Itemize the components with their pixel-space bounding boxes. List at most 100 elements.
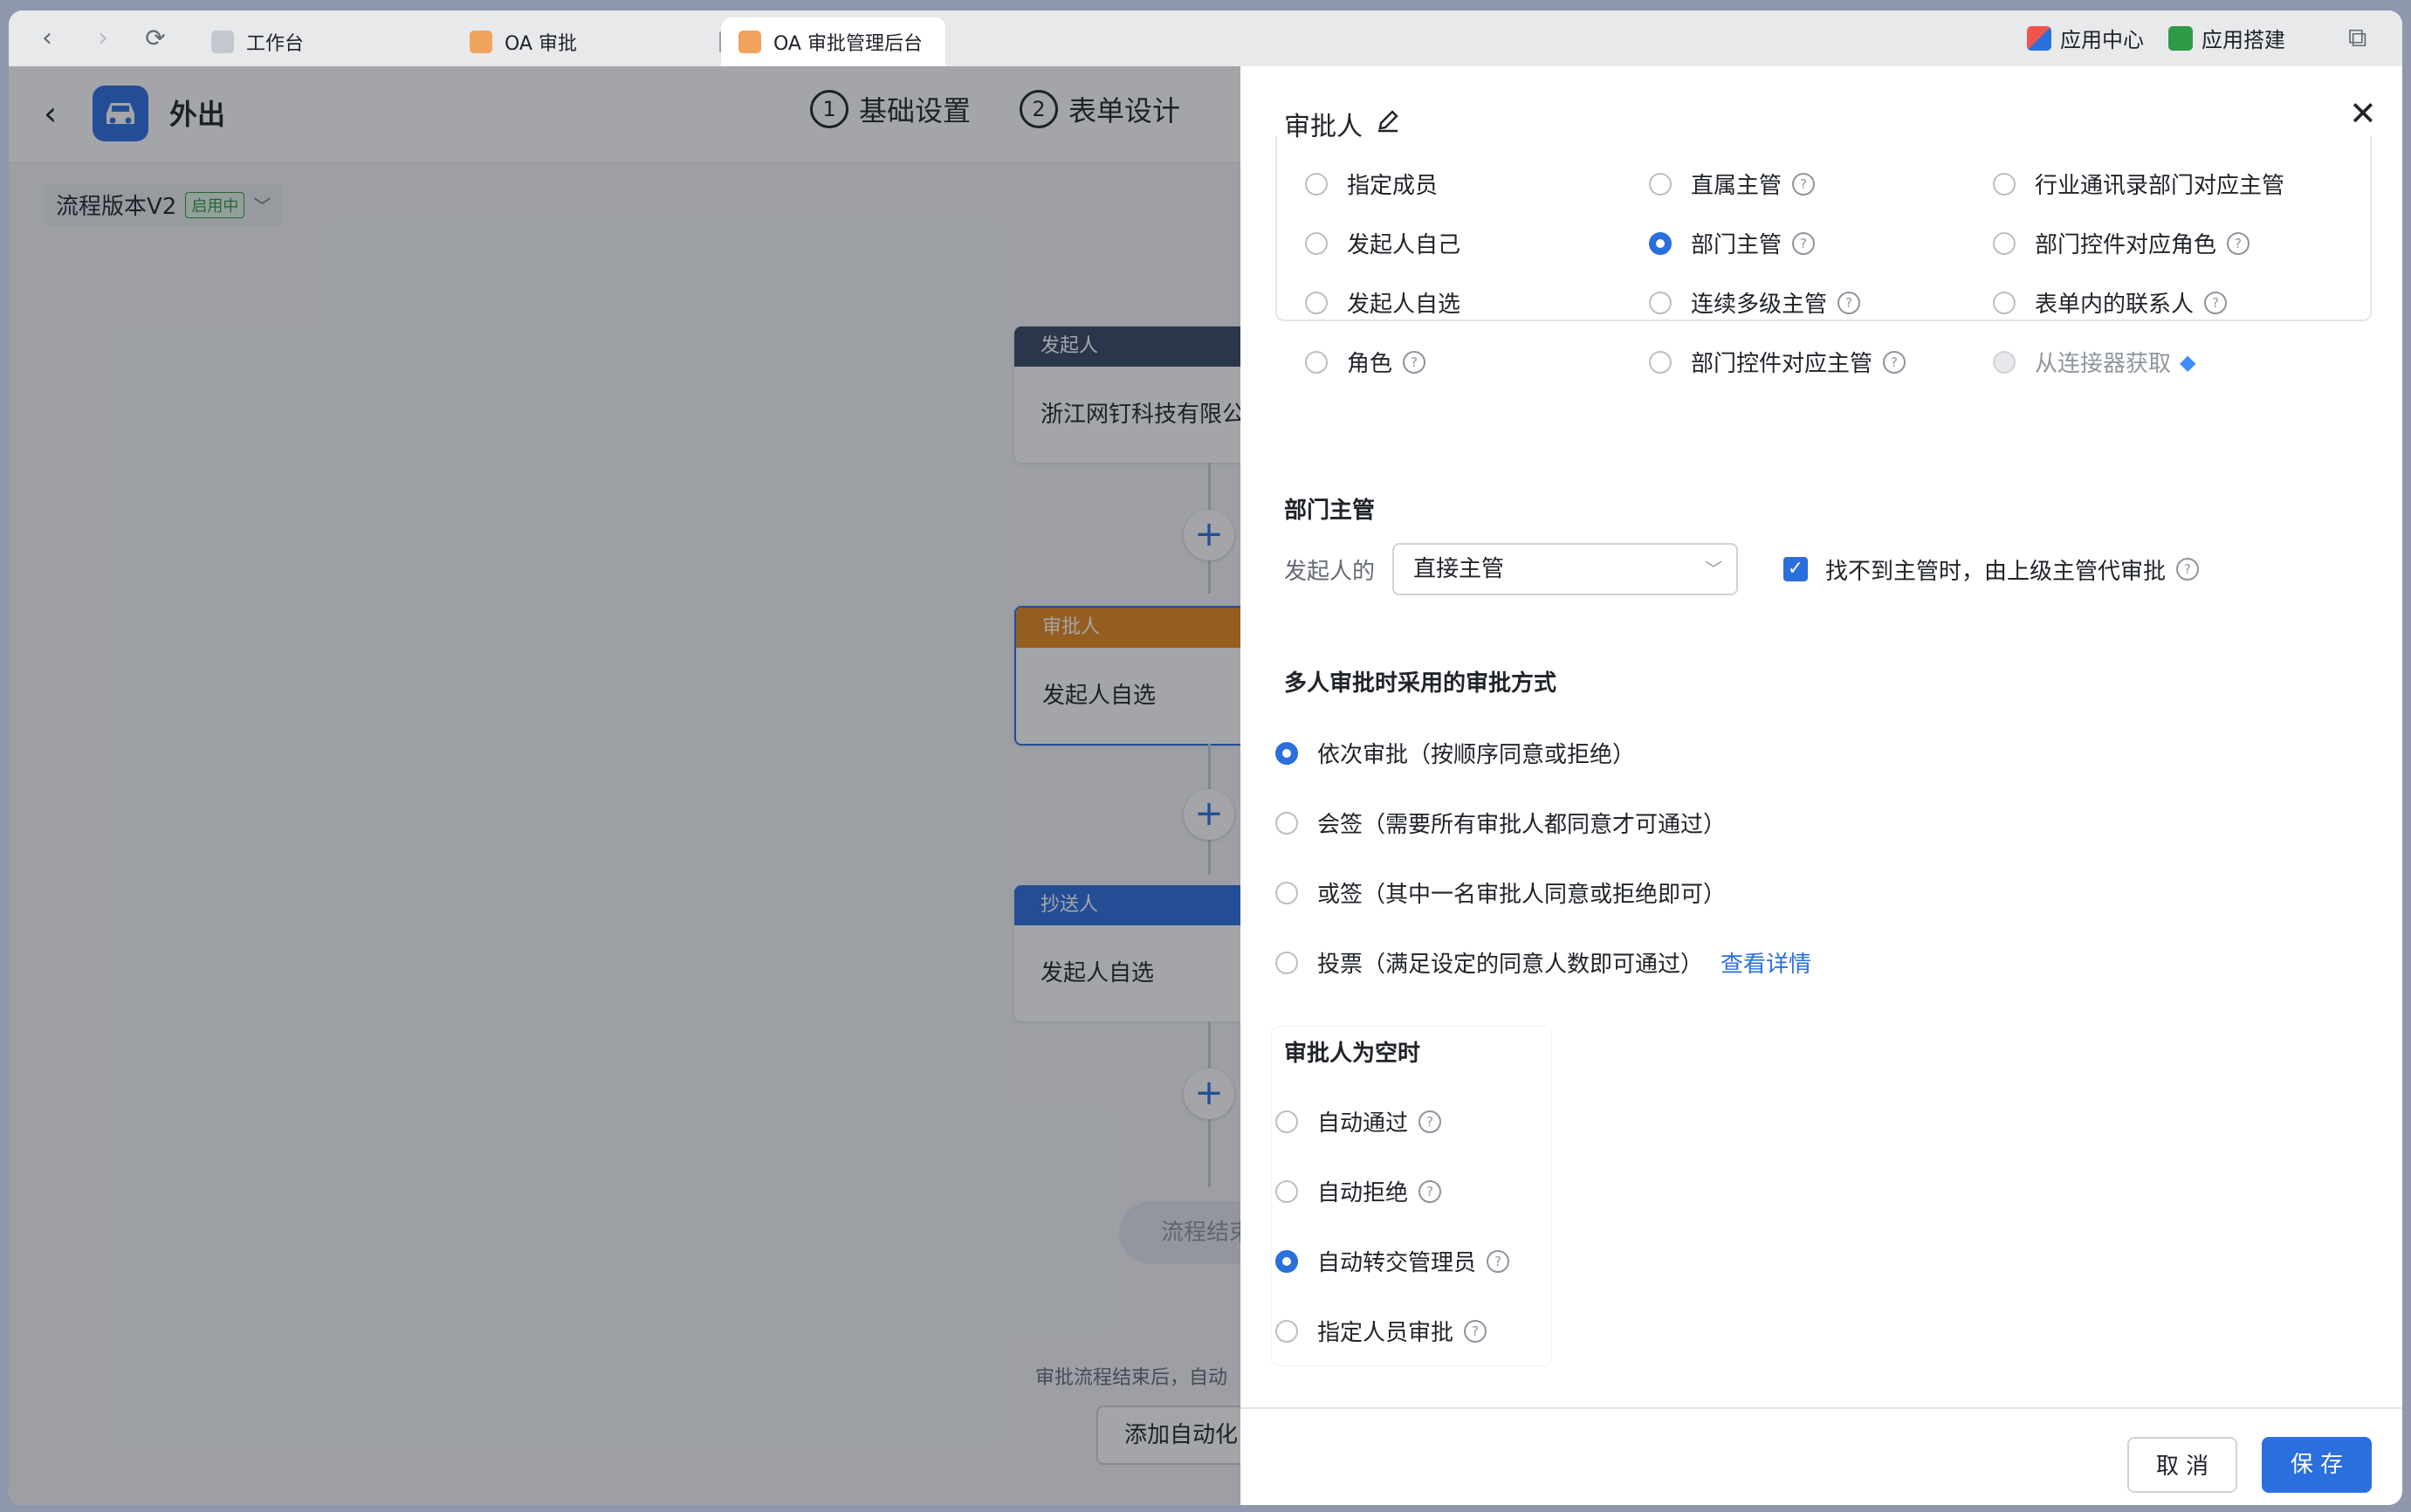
help-icon[interactable]: ? xyxy=(2204,291,2228,314)
dept-prefix: 发起人的 xyxy=(1284,558,1376,585)
app-center-button[interactable]: 应用中心 xyxy=(2027,23,2144,53)
approver-type-option[interactable]: 发起人自己 xyxy=(1305,227,1460,259)
multi-approval-option[interactable]: 或签（其中一名审批人同意或拒绝即可） xyxy=(1275,876,1726,909)
option-label: 部门控件对应角色 xyxy=(2035,232,2217,258)
radio-button[interactable] xyxy=(1275,811,1298,835)
refresh-icon[interactable]: ⟳ xyxy=(140,23,171,54)
radio-button[interactable] xyxy=(1305,350,1328,374)
approver-type-option[interactable]: 部门控件对应角色? xyxy=(1993,227,2250,259)
option-label: 或签（其中一名审批人同意或拒绝即可） xyxy=(1317,882,1727,908)
radio-button[interactable] xyxy=(1649,231,1672,255)
approver-type-option[interactable]: 角色? xyxy=(1305,346,1426,378)
radio-button[interactable] xyxy=(1649,350,1672,374)
option-label: 投票（满足设定的同意人数即可通过） xyxy=(1317,952,1704,978)
radio-button[interactable] xyxy=(1275,741,1298,765)
option-label: 表单内的联系人 xyxy=(2035,292,2195,318)
fallback-label: 找不到主管时，由上级主管代审批 xyxy=(1825,558,2167,585)
help-icon[interactable]: ? xyxy=(1792,231,1816,255)
approver-type-option[interactable]: 部门控件对应主管? xyxy=(1649,346,1906,378)
approver-type-option[interactable]: 连续多级主管? xyxy=(1649,286,1861,319)
dept-manager-row: 发起人的 直接主管 ﹀ ✓ 找不到主管时，由上级主管代审批 ? xyxy=(1284,543,2200,595)
option-label: 连续多级主管 xyxy=(1691,292,1828,318)
tab-label: 工作台 xyxy=(246,33,305,55)
approver-type-option[interactable]: 直属主管? xyxy=(1649,168,1816,200)
close-icon[interactable]: ✕ xyxy=(2349,94,2377,133)
tab-oa-approval[interactable]: OA 审批 xyxy=(470,17,577,66)
browser-tab-bar: ‹ › ⟳ 工作台 OA 审批 OA 审批管理后台 应用中心 应用搭建 ⧉ xyxy=(9,10,2402,66)
radio-button[interactable] xyxy=(1649,172,1672,196)
multi-approval-option[interactable]: 依次审批（按顺序同意或拒绝） xyxy=(1275,737,1635,769)
tab-label: OA 审批管理后台 xyxy=(773,33,923,55)
empty-section-title: 审批人为空时 xyxy=(1284,1041,1421,1067)
help-icon[interactable]: ? xyxy=(1792,172,1816,196)
forward-icon[interactable]: › xyxy=(87,23,119,54)
option-label: 从连接器获取 xyxy=(2035,351,2172,377)
radio-button[interactable] xyxy=(1275,881,1298,904)
multi-approval-option[interactable]: 会签（需要所有审批人都同意才可通过） xyxy=(1275,807,1726,839)
dept-section-title: 部门主管 xyxy=(1284,498,1376,524)
radio-button[interactable] xyxy=(1993,231,2016,255)
open-external-icon[interactable]: ⧉ xyxy=(2348,23,2366,53)
radio-button[interactable] xyxy=(1275,1319,1298,1343)
select-value: 直接主管 xyxy=(1413,556,1505,582)
view-details-link[interactable]: 查看详情 xyxy=(1721,946,1811,979)
approver-type-option[interactable]: 指定成员 xyxy=(1305,168,1438,200)
approver-type-option[interactable]: 发起人自选 xyxy=(1305,286,1460,319)
radio-button[interactable] xyxy=(1275,1110,1298,1133)
radio-button[interactable] xyxy=(1305,291,1328,314)
option-label: 自动拒绝 xyxy=(1317,1180,1409,1206)
radio-button[interactable] xyxy=(1649,291,1672,314)
radio-button[interactable] xyxy=(1993,172,2016,196)
cancel-button[interactable]: 取 消 xyxy=(2127,1437,2237,1493)
multi-approval-option[interactable]: 投票（满足设定的同意人数即可通过） 查看详情 xyxy=(1275,946,1811,979)
fallback-checkbox[interactable]: ✓ xyxy=(1783,557,1809,581)
radio-button[interactable] xyxy=(1305,231,1328,255)
approver-type-option[interactable]: 行业通讯录部门对应主管 xyxy=(1993,168,2284,200)
help-icon[interactable]: ? xyxy=(1418,1179,1442,1203)
empty-approver-option[interactable]: 自动拒绝? xyxy=(1275,1175,1442,1207)
help-icon[interactable]: ? xyxy=(1883,350,1906,374)
help-icon[interactable]: ? xyxy=(1487,1249,1510,1273)
back-icon[interactable]: ‹ xyxy=(31,23,63,54)
option-label: 角色 xyxy=(1347,351,1393,377)
radio-button[interactable] xyxy=(1275,1179,1298,1203)
oa-admin-icon xyxy=(738,31,761,53)
option-label: 发起人自己 xyxy=(1347,232,1461,258)
app-builder-icon xyxy=(2168,25,2193,51)
help-icon[interactable]: ? xyxy=(1403,350,1426,374)
help-icon[interactable]: ? xyxy=(1464,1319,1487,1343)
radio-button[interactable] xyxy=(1275,1249,1298,1273)
option-label: 会签（需要所有审批人都同意才可通过） xyxy=(1317,812,1727,838)
option-label: 行业通讯录部门对应主管 xyxy=(2035,173,2285,199)
workbench-icon xyxy=(211,31,234,53)
app-center-icon xyxy=(2027,25,2051,51)
radio-button[interactable] xyxy=(1305,172,1328,196)
option-label: 部门主管 xyxy=(1691,232,1782,258)
approver-drawer: 审批人 ✕ 指定成员 直属主管? 行业通讯录部门对应主管 发起人自己 部门主管? 部门控件… xyxy=(1240,66,2402,1505)
app-builder-label: 应用搭建 xyxy=(2201,28,2285,52)
radio-button[interactable] xyxy=(1993,291,2016,314)
dept-level-select[interactable]: 直接主管 ﹀ xyxy=(1392,543,1739,595)
option-label: 自动转交管理员 xyxy=(1317,1250,1477,1276)
radio-button[interactable] xyxy=(1275,951,1298,974)
option-label: 依次审批（按顺序同意或拒绝） xyxy=(1317,742,1636,768)
help-icon[interactable]: ? xyxy=(1837,291,1861,314)
help-icon[interactable]: ? xyxy=(2176,558,2200,581)
option-label: 自动通过 xyxy=(1317,1110,1409,1137)
chevron-down-icon: ﹀ xyxy=(1705,559,1723,580)
tab-workbench[interactable]: 工作台 xyxy=(211,17,304,66)
tab-label: OA 审批 xyxy=(505,33,577,55)
app-builder-button[interactable]: 应用搭建 xyxy=(2168,23,2285,53)
empty-approver-option[interactable]: 自动转交管理员? xyxy=(1275,1245,1510,1277)
tab-oa-admin[interactable]: OA 审批管理后台 xyxy=(721,17,945,66)
approver-type-option[interactable]: 部门主管? xyxy=(1649,227,1816,259)
oa-approval-icon xyxy=(470,31,492,53)
help-icon[interactable]: ? xyxy=(2227,231,2250,255)
empty-approver-option[interactable]: 自动通过? xyxy=(1275,1105,1442,1137)
empty-approver-option[interactable]: 指定人员审批? xyxy=(1275,1315,1487,1347)
approver-type-option[interactable]: 表单内的联系人? xyxy=(1993,286,2228,319)
option-label: 指定成员 xyxy=(1347,173,1439,199)
drawer-footer: 取 消 保 存 xyxy=(1240,1407,2402,1505)
help-icon[interactable]: ? xyxy=(1418,1110,1442,1133)
save-button[interactable]: 保 存 xyxy=(2262,1437,2372,1493)
